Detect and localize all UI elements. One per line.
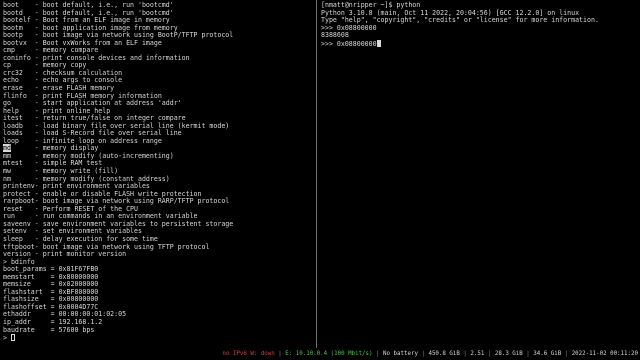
- battery-status: No battery: [383, 351, 418, 357]
- terminal-cursor: [10, 334, 15, 342]
- terminal-line: >>> 0x08800000: [321, 39, 640, 48]
- terminal-line: baudrate = 57600 bps: [3, 325, 95, 334]
- right-terminal-pane[interactable]: [nmatt@nripper ~]$ python Python 3.10.8 (…: [318, 0, 640, 348]
- terminal-line: version - print monitor version: [3, 250, 127, 259]
- terminal-line: 8388608: [321, 31, 349, 40]
- left-terminal-pane[interactable]: boot - boot default, i.e., run 'bootcmd'…: [0, 0, 314, 348]
- disk-status: 450.8 GiB: [428, 351, 460, 357]
- terminal-cursor: [376, 39, 381, 47]
- status-bar: no IPv6 W: down | E: 10.10.0.4 (100 Mbit…: [0, 348, 640, 360]
- terminal-line: >>> 0x08800000: [321, 23, 377, 32]
- memory-status: 28.3 GiB: [494, 351, 523, 357]
- swap-status: 34.6 GiB: [533, 351, 562, 357]
- pane-divider: [316, 0, 317, 348]
- wifi-status: no IPv6 W: down: [222, 351, 275, 357]
- ethernet-status: E: 10.10.0.4 (100 Mbit/s): [285, 351, 373, 357]
- load-status: 2.51: [470, 351, 485, 357]
- terminal-line: >: [3, 334, 314, 342]
- clock: 2022-11-02 00:11:20: [571, 351, 638, 357]
